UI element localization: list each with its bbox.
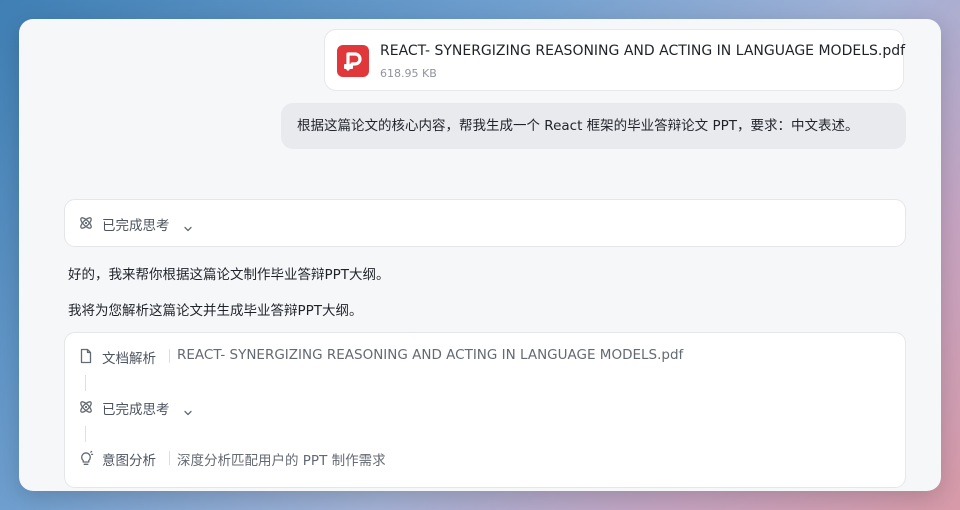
- pdf-file-icon: [337, 45, 369, 77]
- step-label: 文档解析: [102, 351, 156, 367]
- attachment-name: REACT- SYNERGIZING REASONING AND ACTING …: [380, 43, 906, 59]
- step-detail: 深度分析匹配用户的 PPT 制作需求: [177, 453, 386, 469]
- step-connector: [85, 426, 86, 442]
- step-label: 意图分析: [102, 453, 156, 469]
- assistant-text-line-2: 我将为您解析这篇论文并生成毕业答辩PPT大纲。: [68, 303, 363, 319]
- lightbulb-icon: [78, 450, 94, 466]
- atom-icon: [78, 215, 94, 231]
- document-icon: [78, 348, 94, 364]
- thinking-toggle[interactable]: 已完成思考: [64, 199, 906, 247]
- attachment-card[interactable]: REACT- SYNERGIZING REASONING AND ACTING …: [324, 29, 906, 91]
- step-label: 已完成思考: [102, 402, 170, 418]
- attachment-size: 618.95 KB: [380, 67, 437, 80]
- chevron-down-icon[interactable]: [183, 403, 193, 416]
- chevron-down-icon[interactable]: [183, 219, 193, 232]
- step-divider: [169, 451, 170, 465]
- step-detail: REACT- SYNERGIZING REASONING AND ACTING …: [177, 347, 684, 363]
- thinking-label: 已完成思考: [102, 218, 170, 234]
- chat-window: REACT- SYNERGIZING REASONING AND ACTING …: [19, 19, 941, 491]
- step-connector: [85, 375, 86, 391]
- user-message-bubble: 根据这篇论文的核心内容，帮我生成一个 React 框架的毕业答辩论文 PPT，要…: [281, 103, 906, 149]
- step-divider: [169, 349, 170, 363]
- steps-panel: 文档解析 REACT- SYNERGIZING REASONING AND AC…: [64, 332, 906, 488]
- atom-icon: [78, 399, 94, 415]
- assistant-text-line-1: 好的，我来帮你根据这篇论文制作毕业答辩PPT大纲。: [68, 267, 390, 283]
